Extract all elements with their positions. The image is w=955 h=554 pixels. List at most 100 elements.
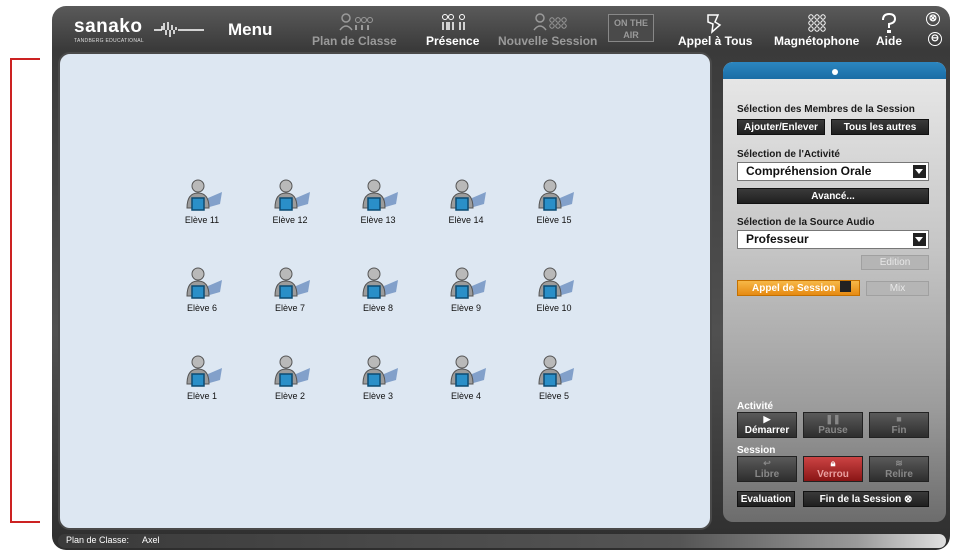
reread-label: Relire: [885, 469, 913, 480]
red-bracket: [10, 58, 40, 523]
student-seat[interactable]: Elève 11: [172, 178, 232, 225]
lock-button[interactable]: 🔒︎ Verrou: [803, 456, 863, 482]
student-label: Elève 3: [362, 391, 394, 401]
aide-label: Aide: [876, 34, 903, 48]
members-section-title: Sélection des Membres de la Session: [737, 104, 915, 115]
appel-a-tous-button[interactable]: Appel à Tous: [678, 12, 752, 48]
plan-de-classe-label: Plan de Classe: [312, 34, 397, 48]
seating-plan-icon: [339, 13, 374, 31]
student-seat[interactable]: Elève 13: [348, 178, 408, 225]
onair-line1: ON THE: [613, 18, 648, 28]
student-icon: [436, 354, 496, 390]
edition-button[interactable]: Edition: [861, 255, 929, 270]
student-seat[interactable]: Elève 14: [436, 178, 496, 225]
student-icon: [348, 266, 408, 302]
student-icon: [348, 178, 408, 214]
classroom-area: Elève 11 Elève 12 Elève 13 Elève 14 Elève 15…: [58, 52, 712, 530]
student-seat[interactable]: Elève 12: [260, 178, 320, 225]
minimize-icon[interactable]: ⊖: [928, 32, 942, 46]
audio-source-select[interactable]: Professeur: [737, 230, 929, 249]
aide-button[interactable]: Aide: [876, 12, 902, 48]
student-label: Elève 14: [448, 215, 484, 225]
lock-icon: 🔒︎: [830, 458, 836, 468]
student-seat[interactable]: Elève 6: [172, 266, 232, 313]
all-others-button[interactable]: Tous les autres: [831, 119, 929, 135]
student-seat[interactable]: Elève 9: [436, 266, 496, 313]
session-call-label: Appel de Session: [752, 283, 836, 294]
dropdown-arrow-icon: [913, 233, 926, 246]
logo-subtitle: TANDBERG EDUCATIONAL: [74, 38, 144, 44]
status-label: Plan de Classe:: [66, 535, 130, 545]
nouvelle-session-label: Nouvelle Session: [498, 34, 598, 48]
student-icon: [524, 354, 584, 390]
student-label: Elève 1: [186, 391, 218, 401]
presence-icon: [441, 14, 465, 30]
end-label: Fin: [891, 425, 907, 436]
student-seat[interactable]: Elève 2: [260, 354, 320, 401]
magnetophone-label: Magnétophone: [774, 34, 860, 48]
status-bar: Plan de Classe: Axel: [58, 534, 946, 548]
broadcast-icon: [707, 14, 722, 34]
student-seat[interactable]: Elève 8: [348, 266, 408, 313]
student-label: Elève 8: [362, 303, 394, 313]
student-label: Elève 5: [538, 391, 570, 401]
student-seat[interactable]: Elève 3: [348, 354, 408, 401]
magnetophone-button[interactable]: Magnétophone: [774, 12, 859, 48]
activity-controls-title: Activité: [737, 401, 774, 412]
free-label: Libre: [754, 469, 780, 480]
end-session-button[interactable]: Fin de la Session ⊗: [803, 491, 929, 507]
student-label: Elève 12: [272, 215, 308, 225]
evaluation-button[interactable]: Evaluation: [737, 491, 795, 507]
presence-label: Présence: [426, 34, 480, 48]
panel-header: [723, 62, 946, 79]
student-icon: [172, 354, 232, 390]
nouvelle-session-button[interactable]: Nouvelle Session: [498, 12, 597, 48]
session-call-button[interactable]: Appel de Session: [737, 280, 860, 296]
menu-button[interactable]: Menu: [228, 20, 272, 40]
student-seat[interactable]: Elève 7: [260, 266, 320, 313]
student-label: Elève 10: [536, 303, 572, 313]
student-label: Elève 11: [184, 215, 220, 225]
sanako-logo: sanako TANDBERG EDUCATIONAL: [70, 14, 210, 46]
pause-label: Pause: [818, 425, 848, 436]
student-label: Elève 6: [186, 303, 218, 313]
student-label: Elève 7: [274, 303, 306, 313]
audio-section-title: Sélection de la Source Audio: [737, 217, 875, 228]
app-window: sanako TANDBERG EDUCATIONAL Menu Plan de…: [0, 0, 955, 554]
close-icon[interactable]: ⊗: [926, 12, 940, 26]
student-icon: [172, 266, 232, 302]
waveform-icon: [154, 22, 204, 37]
add-remove-button[interactable]: Ajouter/Enlever: [737, 119, 825, 135]
student-icon: [348, 354, 408, 390]
audio-source-value: Professeur: [746, 232, 809, 246]
presence-button[interactable]: Présence: [426, 12, 479, 48]
pause-button[interactable]: ❚❚ Pause: [803, 412, 863, 438]
student-seat[interactable]: Elève 10: [524, 266, 584, 313]
start-label: Démarrer: [744, 425, 790, 436]
appel-a-tous-label: Appel à Tous: [678, 34, 753, 48]
student-seat[interactable]: Elève 5: [524, 354, 584, 401]
plan-de-classe-button[interactable]: Plan de Classe: [312, 12, 397, 48]
session-controls-title: Session: [737, 445, 776, 456]
activity-select[interactable]: Compréhension Orale: [737, 162, 929, 181]
student-seat[interactable]: Elève 4: [436, 354, 496, 401]
pause-icon: ❚❚: [825, 414, 841, 424]
free-button[interactable]: ↩ Libre: [737, 456, 797, 482]
status-value: Axel: [142, 535, 160, 545]
start-button[interactable]: ▶ Démarrer: [737, 412, 797, 438]
reread-button[interactable]: ≋ Relire: [869, 456, 929, 482]
advanced-button[interactable]: Avancé...: [737, 188, 929, 204]
stop-icon: ■: [896, 414, 902, 424]
end-button[interactable]: ■ Fin: [869, 412, 929, 438]
lock-label: Verrou: [817, 469, 849, 480]
activity-section-title: Sélection de l'Activité: [737, 149, 840, 160]
logo-name: sanako: [74, 16, 143, 37]
student-seat[interactable]: Elève 15: [524, 178, 584, 225]
recorder-icon: [807, 14, 826, 32]
mix-button[interactable]: Mix: [866, 281, 929, 296]
student-icon: [260, 178, 320, 214]
student-label: Elève 9: [450, 303, 482, 313]
student-seat[interactable]: Elève 1: [172, 354, 232, 401]
broadcast-icon: [840, 281, 852, 292]
student-icon: [260, 266, 320, 302]
